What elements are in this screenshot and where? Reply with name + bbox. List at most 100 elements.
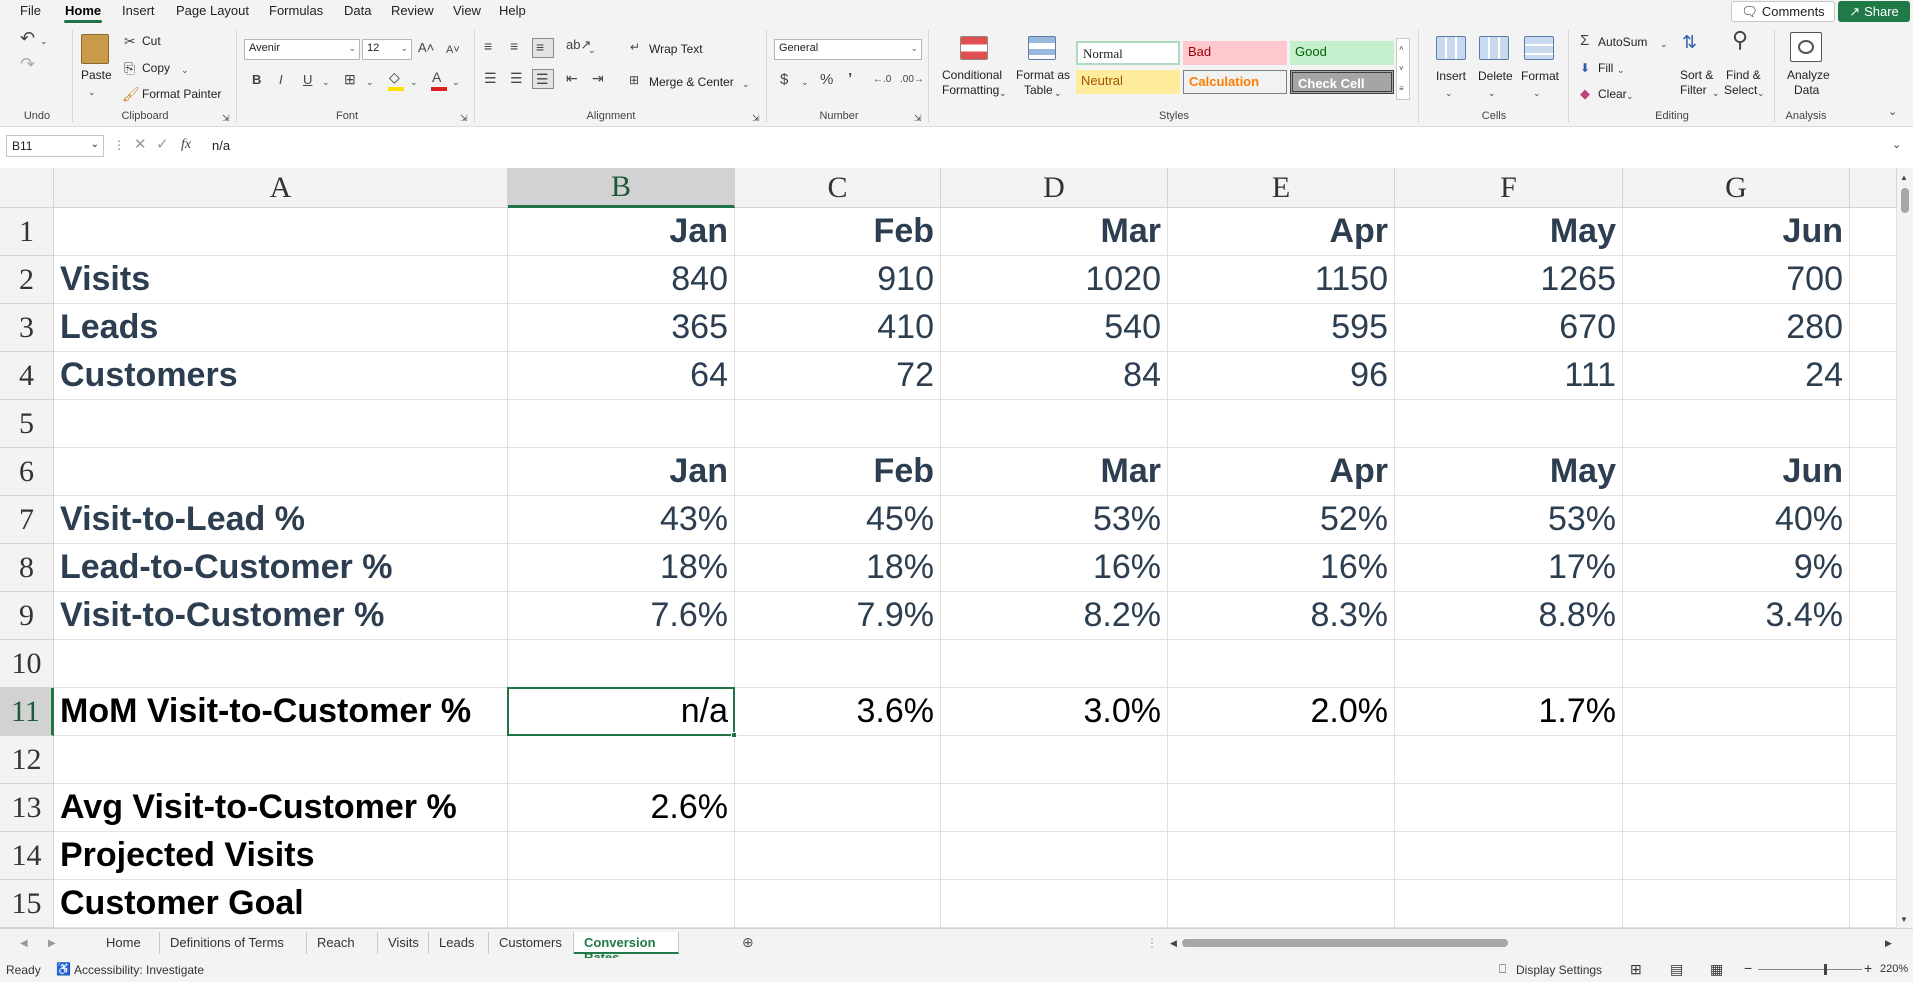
cell-b12[interactable]	[508, 736, 735, 784]
format-as-table-button[interactable]: Format as	[1016, 68, 1070, 82]
vertical-scrollbar[interactable]: ▲ ▼	[1897, 168, 1913, 928]
cell-f13[interactable]	[1395, 784, 1623, 832]
column-header-a[interactable]: A	[54, 168, 508, 208]
sort-filter-icon[interactable]: ⇅	[1682, 33, 1697, 51]
format-dropdown-icon[interactable]: ⌄	[1533, 85, 1541, 101]
cell-g10[interactable]	[1623, 640, 1850, 688]
select-all-button[interactable]	[0, 168, 54, 208]
borders-dropdown-icon[interactable]: ⌄	[366, 74, 374, 90]
align-center-icon[interactable]: ☰	[510, 70, 523, 86]
cell-d13[interactable]	[941, 784, 1168, 832]
cell-filler[interactable]	[1850, 832, 1897, 880]
cell-f9[interactable]: 8.8%	[1395, 592, 1623, 640]
row-header-1[interactable]: 1	[0, 208, 54, 256]
fill-dropdown-icon[interactable]: ⌄	[1617, 62, 1625, 78]
number-launcher-icon[interactable]: ⇲	[914, 110, 922, 126]
cell-filler[interactable]	[1850, 448, 1897, 496]
autosum-button[interactable]: AutoSum	[1598, 35, 1647, 49]
bold-icon[interactable]: B	[252, 72, 261, 88]
conditional-formatting-button[interactable]: Conditional	[942, 68, 1002, 82]
cell-a9[interactable]: Visit-to-Customer %	[54, 592, 508, 640]
increase-font-icon[interactable]: A˄	[418, 40, 434, 56]
cell-a5[interactable]	[54, 400, 508, 448]
menu-help[interactable]: Help	[499, 3, 526, 18]
percent-icon[interactable]: %	[820, 72, 833, 88]
font-color-dropdown-icon[interactable]: ⌄	[452, 74, 460, 90]
cell-e2[interactable]: 1150	[1168, 256, 1395, 304]
cell-a6[interactable]	[54, 448, 508, 496]
cell-f14[interactable]	[1395, 832, 1623, 880]
add-sheet-icon[interactable]: ⊕	[742, 934, 754, 950]
cell-f4[interactable]: 111	[1395, 352, 1623, 400]
scroll-left-icon[interactable]: ◀	[1170, 935, 1177, 951]
accessibility-status[interactable]: Accessibility: Investigate	[74, 963, 204, 977]
zoom-in-icon[interactable]: +	[1864, 960, 1872, 976]
cell-filler[interactable]	[1850, 784, 1897, 832]
cell-g12[interactable]	[1623, 736, 1850, 784]
cell-filler[interactable]	[1850, 592, 1897, 640]
share-button[interactable]: ↗ Share	[1838, 1, 1910, 22]
sheet-tab-home[interactable]: Home	[96, 932, 160, 954]
copy-button[interactable]: Copy	[142, 61, 170, 75]
horizontal-scrollbar[interactable]: ◀ ▶	[1170, 935, 1892, 951]
cell-e14[interactable]	[1168, 832, 1395, 880]
cell-d7[interactable]: 53%	[941, 496, 1168, 544]
cell-g6[interactable]: Jun	[1623, 448, 1850, 496]
cell-g9[interactable]: 3.4%	[1623, 592, 1850, 640]
cell-f5[interactable]	[1395, 400, 1623, 448]
align-left-icon[interactable]: ☰	[484, 70, 497, 86]
cell-d5[interactable]	[941, 400, 1168, 448]
insert-dropdown-icon[interactable]: ⌄	[1445, 85, 1453, 101]
cell-a1[interactable]	[54, 208, 508, 256]
cell-c2[interactable]: 910	[735, 256, 941, 304]
cell-a12[interactable]	[54, 736, 508, 784]
cell-g7[interactable]: 40%	[1623, 496, 1850, 544]
cell-filler[interactable]	[1850, 640, 1897, 688]
chevron-up-icon[interactable]: ˄	[1399, 41, 1404, 57]
cell-c14[interactable]	[735, 832, 941, 880]
comments-button[interactable]: 🗨 Comments	[1731, 1, 1835, 22]
paste-button[interactable]: Paste	[81, 68, 112, 82]
cell-e3[interactable]: 595	[1168, 304, 1395, 352]
cell-filler[interactable]	[1850, 208, 1897, 256]
menu-insert[interactable]: Insert	[122, 3, 155, 18]
cell-a8[interactable]: Lead-to-Customer %	[54, 544, 508, 592]
column-header-e[interactable]: E	[1168, 168, 1395, 208]
normal-view-icon[interactable]: ⊞	[1630, 961, 1642, 978]
fill-handle[interactable]	[731, 732, 737, 738]
cell-a14[interactable]: Projected Visits	[54, 832, 508, 880]
cell-d14[interactable]	[941, 832, 1168, 880]
cell-c4[interactable]: 72	[735, 352, 941, 400]
cell-d10[interactable]	[941, 640, 1168, 688]
orientation-dropdown-icon[interactable]: ⌄	[588, 42, 596, 58]
autosum-dropdown-icon[interactable]: ⌄	[1660, 36, 1668, 52]
sheet-tab-reach[interactable]: Reach	[307, 932, 378, 954]
find-select-dropdown-icon[interactable]: ⌄	[1757, 85, 1765, 101]
cell-d3[interactable]: 540	[941, 304, 1168, 352]
cell-a11[interactable]: MoM Visit-to-Customer %	[54, 688, 508, 736]
cell-a13[interactable]: Avg Visit-to-Customer %	[54, 784, 508, 832]
find-select-button-line2[interactable]: Select	[1724, 83, 1757, 97]
style-calculation[interactable]: Calculation	[1183, 70, 1287, 94]
cell-a7[interactable]: Visit-to-Lead %	[54, 496, 508, 544]
fill-button[interactable]: Fill	[1598, 61, 1613, 75]
cell-e7[interactable]: 52%	[1168, 496, 1395, 544]
paste-icon[interactable]	[81, 34, 109, 64]
delete-dropdown-icon[interactable]: ⌄	[1488, 85, 1496, 101]
cell-c5[interactable]	[735, 400, 941, 448]
cell-c11[interactable]: 3.6%	[735, 688, 941, 736]
cell-b9[interactable]: 7.6%	[508, 592, 735, 640]
cell-d9[interactable]: 8.2%	[941, 592, 1168, 640]
row-header-11[interactable]: 11	[0, 688, 54, 736]
sort-filter-button[interactable]: Sort &	[1680, 68, 1713, 82]
cell-c1[interactable]: Feb	[735, 208, 941, 256]
cell-d4[interactable]: 84	[941, 352, 1168, 400]
cell-filler[interactable]	[1850, 400, 1897, 448]
style-good[interactable]: Good	[1290, 41, 1394, 65]
name-box[interactable]: B11 ⌄	[6, 135, 104, 157]
row-header-8[interactable]: 8	[0, 544, 54, 592]
cell-filler[interactable]	[1850, 256, 1897, 304]
align-bottom-button[interactable]: ≡	[532, 38, 554, 58]
menu-formulas[interactable]: Formulas	[269, 3, 323, 18]
insert-function-icon[interactable]: fx	[181, 137, 191, 153]
